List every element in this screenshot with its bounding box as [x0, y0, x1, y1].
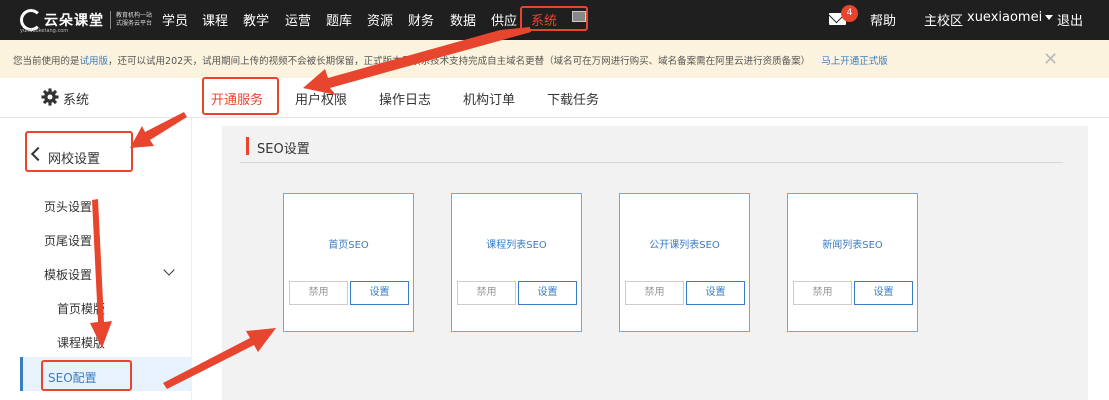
- school-settings-back[interactable]: 网校设置: [48, 148, 100, 167]
- logo-divider: [110, 11, 111, 29]
- brand-name: 云朵课堂: [44, 13, 104, 29]
- nav-resources[interactable]: 资源: [367, 10, 393, 29]
- disable-button[interactable]: 禁用: [457, 281, 516, 305]
- system-subheader: 系统 开通服务 用户权限 操作日志 机构订单 下载任务: [0, 78, 1109, 118]
- help-link[interactable]: 帮助: [870, 10, 896, 29]
- card-title: 新闻列表SEO: [822, 240, 883, 251]
- brand-domain: yunduoketang.com: [20, 28, 69, 34]
- sidebar-item-header-settings[interactable]: 页头设置: [44, 198, 92, 215]
- nav-teaching[interactable]: 教学: [243, 10, 269, 29]
- logout-link[interactable]: 退出: [1057, 10, 1083, 29]
- section-divider: [240, 162, 1063, 163]
- trial-version-link[interactable]: 试用版: [80, 56, 109, 67]
- tab-org-orders[interactable]: 机构订单: [463, 89, 515, 108]
- notice-prefix: 您当前使用的是: [13, 56, 80, 67]
- seo-card-news-list: 新闻列表SEO 禁用 设置: [787, 193, 918, 332]
- settings-button[interactable]: 设置: [518, 281, 577, 305]
- disable-button[interactable]: 禁用: [289, 281, 348, 305]
- campus-label: 主校区: [924, 14, 964, 29]
- nav-question-bank[interactable]: 题库: [326, 10, 352, 29]
- trial-notice-bar: 您当前使用的是试用版，还可以试用202天，试用期间上传的视频不会被长期保留，正式…: [0, 40, 1109, 78]
- nav-supply[interactable]: 供应: [491, 10, 517, 29]
- settings-button[interactable]: 设置: [854, 281, 913, 305]
- caret-down-icon: [1045, 15, 1054, 20]
- mail-badge: 4: [841, 5, 858, 22]
- notice-text: 您当前使用的是试用版，还可以试用202天，试用期间上传的视频不会被长期保留，正式…: [13, 53, 888, 67]
- section-accent-bar: [246, 137, 249, 155]
- nav-courses[interactable]: 课程: [202, 10, 228, 29]
- flag-icon: [572, 11, 586, 22]
- seo-card-home: 首页SEO 禁用 设置: [283, 193, 414, 332]
- brand-slogan: 教育机构一站式服务云平台: [116, 12, 153, 27]
- settings-button[interactable]: 设置: [686, 281, 745, 305]
- card-title: 首页SEO: [328, 240, 369, 251]
- nav-system[interactable]: 系统: [531, 10, 557, 29]
- user-menu[interactable]: xuexiaomei: [967, 10, 1056, 25]
- sidebar-item-template-settings[interactable]: 模板设置: [44, 266, 92, 283]
- card-title: 公开课列表SEO: [649, 240, 720, 251]
- user-name: xuexiaomei: [967, 10, 1043, 25]
- nav-data[interactable]: 数据: [450, 10, 476, 29]
- tab-user-permissions[interactable]: 用户权限: [295, 89, 347, 108]
- card-title: 课程列表SEO: [486, 240, 547, 251]
- tab-highlight-box: [202, 77, 279, 115]
- tab-operation-log[interactable]: 操作日志: [379, 89, 431, 108]
- disable-button[interactable]: 禁用: [793, 281, 852, 305]
- section-title: SEO设置: [257, 142, 310, 157]
- seo-card-course-list: 课程列表SEO 禁用 设置: [451, 193, 582, 332]
- sidebar-item-footer-settings[interactable]: 页尾设置: [44, 232, 92, 249]
- close-icon[interactable]: ✕: [1043, 49, 1058, 70]
- top-nav-bar: 云朵课堂 yunduoketang.com 教育机构一站式服务云平台 学员 课程…: [0, 0, 1109, 40]
- tab-download-tasks[interactable]: 下载任务: [547, 89, 599, 108]
- gear-icon: [41, 88, 59, 106]
- disable-button[interactable]: 禁用: [625, 281, 684, 305]
- upgrade-link[interactable]: 马上开通正式版: [821, 56, 888, 67]
- page-title: 系统: [63, 93, 90, 108]
- sidebar-item-course-template[interactable]: 课程模版: [57, 334, 105, 351]
- nav-operations[interactable]: 运营: [285, 10, 311, 29]
- nav-students[interactable]: 学员: [162, 10, 188, 29]
- sidebar-item-home-template[interactable]: 首页模版: [57, 300, 105, 317]
- notice-body: ，还可以试用202天，试用期间上传的视频不会被长期保留，正式版本需联系技术支持完…: [108, 56, 811, 67]
- settings-button[interactable]: 设置: [350, 281, 409, 305]
- sidebar-item-seo-config[interactable]: SEO配置: [48, 369, 97, 386]
- brand-logo[interactable]: 云朵课堂 yunduoketang.com 教育机构一站式服务云平台: [20, 8, 153, 34]
- seo-card-open-course-list: 公开课列表SEO 禁用 设置: [619, 193, 750, 332]
- nav-finance[interactable]: 财务: [408, 10, 434, 29]
